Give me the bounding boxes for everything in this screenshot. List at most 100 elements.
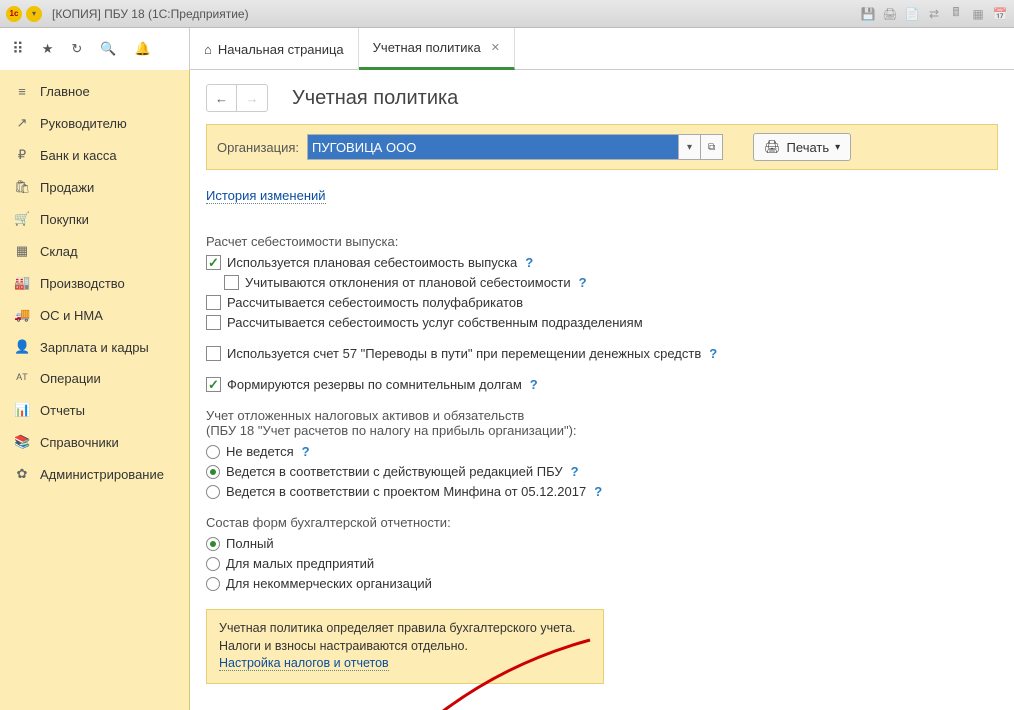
section-tax-title: Учет отложенных налоговых активов и обяз… (206, 408, 998, 438)
chk-plan-cost[interactable] (206, 255, 221, 270)
apps-icon[interactable]: ⠿ (12, 39, 24, 59)
chk-deviation[interactable] (224, 275, 239, 290)
help-icon[interactable]: ? (594, 484, 602, 499)
print-button[interactable]: 🖨 Печать ▾ (753, 133, 851, 161)
note-line2: Налоги и взносы настраиваются отдельно. (219, 638, 591, 656)
chk-services[interactable] (206, 315, 221, 330)
content: ← → Учетная политика Организация: ▾ ⧉ 🖨 … (190, 70, 1014, 710)
tax-settings-link[interactable]: Настройка налогов и отчетов (219, 656, 389, 671)
sidebar-label: Отчеты (40, 403, 85, 418)
radio-tax-current[interactable] (206, 465, 220, 479)
close-icon[interactable]: ✕ (491, 41, 500, 54)
label-services: Рассчитывается себестоимость услуг собст… (227, 315, 643, 330)
history-link[interactable]: История изменений (206, 188, 326, 204)
sidebar-icon: 🛍 (14, 179, 30, 195)
sidebar-item-7[interactable]: 🚚ОС и НМА (0, 299, 189, 331)
tab-accounting-policy[interactable]: Учетная политика ✕ (359, 28, 515, 70)
note-box: Учетная политика определяет правила бухг… (206, 609, 604, 684)
help-icon[interactable]: ? (530, 377, 538, 392)
sidebar-icon: ✿ (14, 466, 30, 482)
radio-forms-nko[interactable] (206, 577, 220, 591)
radio-forms-small[interactable] (206, 557, 220, 571)
window-title: [КОПИЯ] ПБУ 18 (1С:Предприятие) (52, 7, 249, 21)
history-icon[interactable]: ↻ (71, 41, 82, 57)
org-open-button[interactable]: ⧉ (701, 134, 723, 160)
sidebar-item-9[interactable]: ᴬᵀОперации (0, 363, 189, 394)
star-icon[interactable]: ★ (42, 41, 54, 57)
page-title: Учетная политика (292, 87, 458, 110)
sidebar-label: ОС и НМА (40, 308, 103, 323)
section-forms-title: Состав форм бухгалтерской отчетности: (206, 515, 998, 530)
calc-icon[interactable]: 🖩 (948, 6, 964, 22)
print-icon[interactable]: 🖨 (882, 6, 898, 22)
sidebar-item-2[interactable]: ₽Банк и касса (0, 139, 189, 171)
sidebar-icon: 📚 (14, 434, 30, 450)
label-reserves: Формируются резервы по сомнительным долг… (227, 377, 522, 392)
sidebar-item-5[interactable]: ▦Склад (0, 235, 189, 267)
label-plan-cost: Используется плановая себестоимость выпу… (227, 255, 517, 270)
sidebar-item-0[interactable]: ≡Главное (0, 76, 189, 107)
sidebar-label: Продажи (40, 180, 94, 195)
tab-active-label: Учетная политика (373, 40, 481, 55)
sidebar-item-3[interactable]: 🛍 Продажи (0, 171, 189, 203)
help-icon[interactable]: ? (579, 275, 587, 290)
sidebar-item-1[interactable]: ↗Руководителю (0, 107, 189, 139)
org-dropdown-button[interactable]: ▾ (679, 134, 701, 160)
chk-reserves[interactable] (206, 377, 221, 392)
print-label: Печать (787, 140, 830, 155)
label-acct57: Используется счет 57 "Переводы в пути" п… (227, 346, 701, 361)
sidebar-item-8[interactable]: 👤 Зарплата и кадры (0, 331, 189, 363)
dropdown-icon[interactable]: ▾ (26, 6, 42, 22)
sidebar-item-6[interactable]: 🏭Производство (0, 267, 189, 299)
home-icon: ⌂ (204, 42, 212, 57)
forward-button[interactable]: → (237, 85, 267, 111)
label-forms-full: Полный (226, 536, 274, 551)
sidebar-icon: 📊 (14, 402, 30, 418)
nav-arrows: ← → (206, 84, 268, 112)
sidebar-icon: 👤 (14, 339, 30, 355)
label-deviation: Учитываются отклонения от плановой себес… (245, 275, 571, 290)
chevron-down-icon: ▾ (835, 142, 840, 153)
radio-forms-full[interactable] (206, 537, 220, 551)
sidebar-label: Склад (40, 244, 78, 259)
tab-home-label: Начальная страница (218, 42, 344, 57)
printer-icon: 🖨 (764, 139, 781, 155)
chk-acct57[interactable] (206, 346, 221, 361)
help-icon[interactable]: ? (525, 255, 533, 270)
sidebar-label: Администрирование (40, 467, 164, 482)
sidebar-icon: ≡ (14, 84, 30, 99)
org-input[interactable] (308, 135, 678, 159)
org-label: Организация: (217, 140, 299, 155)
help-icon[interactable]: ? (709, 346, 717, 361)
radio-tax-none[interactable] (206, 445, 220, 459)
note-line1: Учетная политика определяет правила бухг… (219, 620, 591, 638)
bell-icon[interactable]: 🔔 (134, 41, 150, 57)
org-bar: Организация: ▾ ⧉ 🖨 Печать ▾ (206, 124, 998, 170)
section-cost-title: Расчет себестоимости выпуска: (206, 234, 998, 249)
save-icon[interactable]: 💾 (860, 6, 876, 22)
sidebar-label: Зарплата и кадры (40, 340, 149, 355)
tax-line2: (ПБУ 18 "Учет расчетов по налогу на приб… (206, 423, 998, 438)
sidebar-icon: 🏭 (14, 275, 30, 291)
org-field[interactable] (307, 134, 679, 160)
compare-icon[interactable]: ⇄ (926, 6, 942, 22)
calendar-icon[interactable]: 📅 (992, 6, 1008, 22)
sidebar-icon: ᴬᵀ (14, 371, 30, 386)
grid-icon[interactable]: ▦ (970, 6, 986, 22)
help-icon[interactable]: ? (571, 464, 579, 479)
sidebar-item-4[interactable]: 🛒Покупки (0, 203, 189, 235)
sidebar-item-12[interactable]: ✿ Администрирование (0, 458, 189, 490)
sidebar-item-11[interactable]: 📚Справочники (0, 426, 189, 458)
help-icon[interactable]: ? (302, 444, 310, 459)
radio-tax-draft[interactable] (206, 485, 220, 499)
back-button[interactable]: ← (207, 85, 237, 111)
sidebar-item-10[interactable]: 📊 Отчеты (0, 394, 189, 426)
sidebar-label: Банк и касса (40, 148, 117, 163)
label-tax-draft: Ведется в соответствии с проектом Минфин… (226, 484, 586, 499)
tab-home[interactable]: ⌂ Начальная страница (190, 28, 359, 70)
label-tax-none: Не ведется (226, 444, 294, 459)
search-icon[interactable]: 🔍 (100, 41, 116, 57)
titlebar: 1c ▾ [КОПИЯ] ПБУ 18 (1С:Предприятие) 💾 🖨… (0, 0, 1014, 28)
chk-semi[interactable] (206, 295, 221, 310)
doc-icon[interactable]: 📄 (904, 6, 920, 22)
